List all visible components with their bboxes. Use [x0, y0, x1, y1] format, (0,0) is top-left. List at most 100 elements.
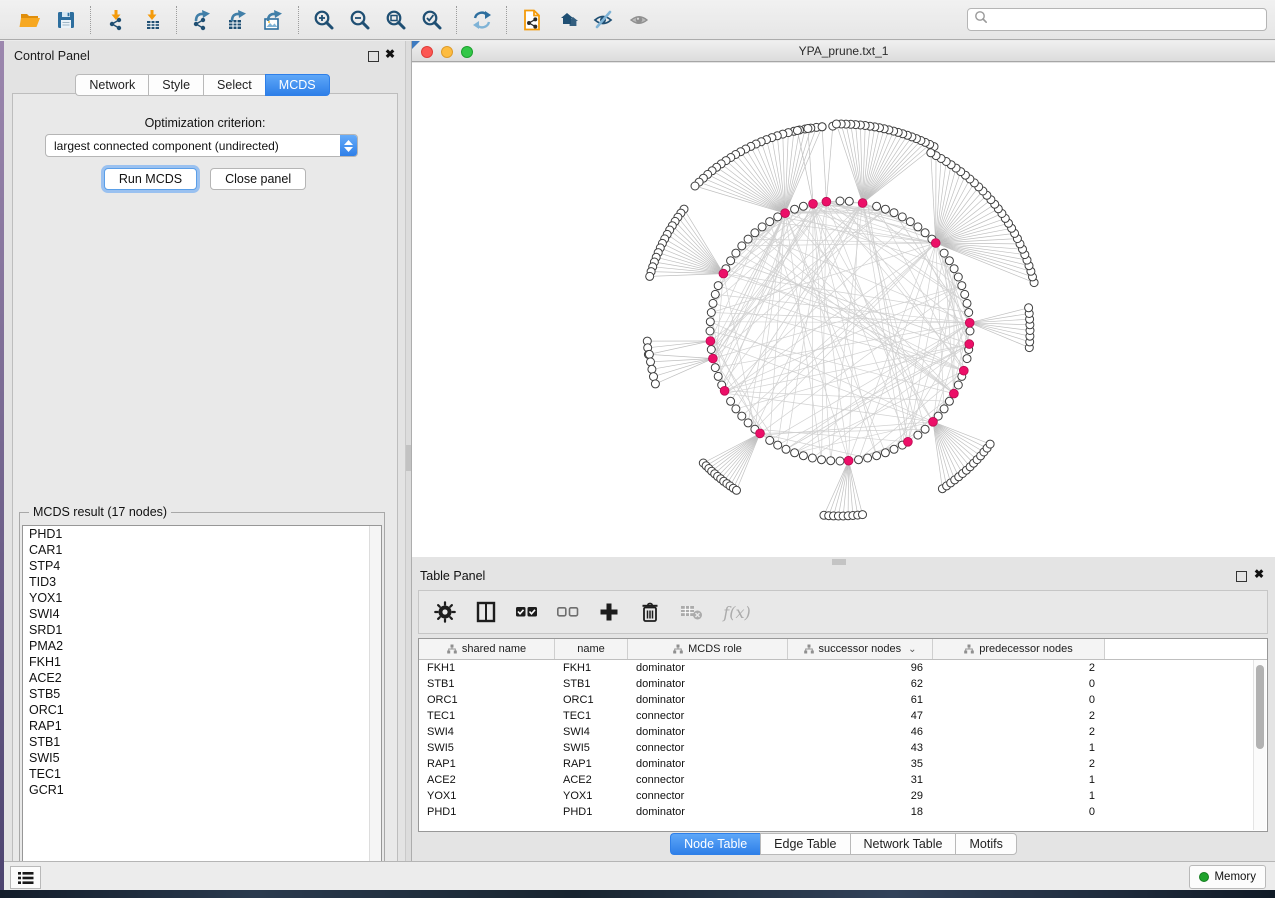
zoom-in-icon[interactable]	[310, 6, 338, 34]
import-table-icon[interactable]	[138, 6, 166, 34]
zoom-selected-icon[interactable]	[418, 6, 446, 34]
cell-shared-name[interactable]: ACE2	[419, 774, 555, 786]
table-row[interactable]: RAP1RAP1dominator352	[419, 756, 1267, 772]
cell-predecessor-nodes[interactable]: 2	[933, 758, 1105, 770]
tab-style[interactable]: Style	[148, 74, 203, 96]
table-row[interactable]: FKH1FKH1dominator962	[419, 660, 1267, 676]
cell-MCDS-role[interactable]: connector	[628, 790, 788, 802]
network-graph[interactable]	[412, 63, 1275, 557]
close-panel-button[interactable]: Close panel	[210, 168, 306, 190]
mcds-result-item[interactable]: GCR1	[23, 782, 381, 798]
cell-predecessor-nodes[interactable]: 0	[933, 678, 1105, 690]
open-folder-icon[interactable]	[16, 6, 44, 34]
cell-shared-name[interactable]: RAP1	[419, 758, 555, 770]
cell-shared-name[interactable]: YOX1	[419, 790, 555, 802]
run-mcds-button[interactable]: Run MCDS	[104, 168, 197, 190]
search-box[interactable]	[967, 8, 1267, 31]
import-network-icon[interactable]	[102, 6, 130, 34]
close-table-panel-icon[interactable]: ✖	[1254, 567, 1264, 581]
cell-shared-name[interactable]: STB1	[419, 678, 555, 690]
cell-successor-nodes[interactable]: 43	[788, 742, 933, 754]
mcds-result-item[interactable]: SRD1	[23, 622, 381, 638]
tab-node-table[interactable]: Node Table	[670, 833, 760, 855]
export-table-icon[interactable]	[224, 6, 252, 34]
cell-predecessor-nodes[interactable]: 0	[933, 806, 1105, 818]
cell-name[interactable]: FKH1	[555, 662, 628, 674]
cell-shared-name[interactable]: PHD1	[419, 806, 555, 818]
show-details-icon[interactable]	[626, 6, 654, 34]
cell-shared-name[interactable]: SWI5	[419, 742, 555, 754]
cell-successor-nodes[interactable]: 31	[788, 774, 933, 786]
cell-name[interactable]: ACE2	[555, 774, 628, 786]
mcds-result-list[interactable]: PHD1CAR1STP4TID3YOX1SWI4SRD1PMA2FKH1ACE2…	[22, 525, 382, 880]
export-image-icon[interactable]	[260, 6, 288, 34]
mcds-result-item[interactable]: ACE2	[23, 670, 381, 686]
cell-successor-nodes[interactable]: 35	[788, 758, 933, 770]
memory-button[interactable]: Memory	[1189, 865, 1266, 889]
tab-network[interactable]: Network	[75, 74, 148, 96]
table-row[interactable]: SWI5SWI5connector431	[419, 740, 1267, 756]
deselect-all-icon[interactable]	[556, 600, 580, 624]
mcds-list-scrollbar[interactable]	[369, 526, 381, 879]
splitter-grip[interactable]	[406, 445, 411, 471]
column-header-name[interactable]: name	[555, 639, 628, 659]
cell-shared-name[interactable]: FKH1	[419, 662, 555, 674]
mcds-result-item[interactable]: PMA2	[23, 638, 381, 654]
mcds-result-item[interactable]: STB5	[23, 686, 381, 702]
refresh-icon[interactable]	[468, 6, 496, 34]
cell-MCDS-role[interactable]: connector	[628, 742, 788, 754]
cell-MCDS-role[interactable]: dominator	[628, 662, 788, 674]
mcds-result-item[interactable]: ORC1	[23, 702, 381, 718]
tab-edge-table[interactable]: Edge Table	[760, 833, 849, 855]
network-window-titlebar[interactable]: YPA_prune.txt_1	[412, 41, 1275, 62]
cell-successor-nodes[interactable]: 46	[788, 726, 933, 738]
table-row[interactable]: TEC1TEC1connector472	[419, 708, 1267, 724]
export-network-icon[interactable]	[188, 6, 216, 34]
hide-details-icon[interactable]	[590, 6, 618, 34]
table-row[interactable]: STB1STB1dominator620	[419, 676, 1267, 692]
cell-MCDS-role[interactable]: connector	[628, 774, 788, 786]
cell-MCDS-role[interactable]: dominator	[628, 678, 788, 690]
add-icon[interactable]	[597, 600, 621, 624]
tab-mcds[interactable]: MCDS	[265, 74, 330, 96]
float-panel-icon[interactable]	[368, 51, 379, 62]
table-row[interactable]: ORC1ORC1dominator610	[419, 692, 1267, 708]
cell-successor-nodes[interactable]: 47	[788, 710, 933, 722]
trash-icon[interactable]	[638, 600, 662, 624]
tab-select[interactable]: Select	[203, 74, 265, 96]
cell-MCDS-role[interactable]: dominator	[628, 726, 788, 738]
columns-icon[interactable]	[474, 600, 498, 624]
cell-successor-nodes[interactable]: 61	[788, 694, 933, 706]
close-panel-icon[interactable]: ✖	[385, 47, 395, 61]
mcds-result-item[interactable]: FKH1	[23, 654, 381, 670]
cell-MCDS-role[interactable]: dominator	[628, 806, 788, 818]
cell-name[interactable]: RAP1	[555, 758, 628, 770]
cell-predecessor-nodes[interactable]: 2	[933, 726, 1105, 738]
mcds-result-item[interactable]: STB1	[23, 734, 381, 750]
first-neighbors-icon[interactable]	[554, 6, 582, 34]
cell-name[interactable]: ORC1	[555, 694, 628, 706]
cell-name[interactable]: PHD1	[555, 806, 628, 818]
zoom-out-icon[interactable]	[346, 6, 374, 34]
mcds-result-item[interactable]: TID3	[23, 574, 381, 590]
cell-predecessor-nodes[interactable]: 1	[933, 790, 1105, 802]
float-table-panel-icon[interactable]	[1236, 571, 1247, 582]
gear-icon[interactable]	[433, 600, 457, 624]
mcds-result-item[interactable]: CAR1	[23, 542, 381, 558]
save-icon[interactable]	[52, 6, 80, 34]
task-history-button[interactable]	[10, 866, 41, 889]
table-scrollbar-thumb[interactable]	[1256, 665, 1264, 749]
cell-MCDS-role[interactable]: dominator	[628, 758, 788, 770]
cell-predecessor-nodes[interactable]: 1	[933, 742, 1105, 754]
column-header-predecessor-nodes[interactable]: predecessor nodes	[933, 639, 1105, 659]
mcds-result-item[interactable]: SWI4	[23, 606, 381, 622]
select-all-icon[interactable]	[515, 600, 539, 624]
zoom-fit-icon[interactable]	[382, 6, 410, 34]
network-canvas[interactable]	[412, 63, 1275, 557]
cell-MCDS-role[interactable]: dominator	[628, 694, 788, 706]
table-row[interactable]: SWI4SWI4dominator462	[419, 724, 1267, 740]
search-input[interactable]	[989, 12, 1266, 28]
table-scrollbar[interactable]	[1253, 660, 1266, 830]
cell-MCDS-role[interactable]: connector	[628, 710, 788, 722]
vertical-splitter[interactable]	[405, 41, 412, 861]
